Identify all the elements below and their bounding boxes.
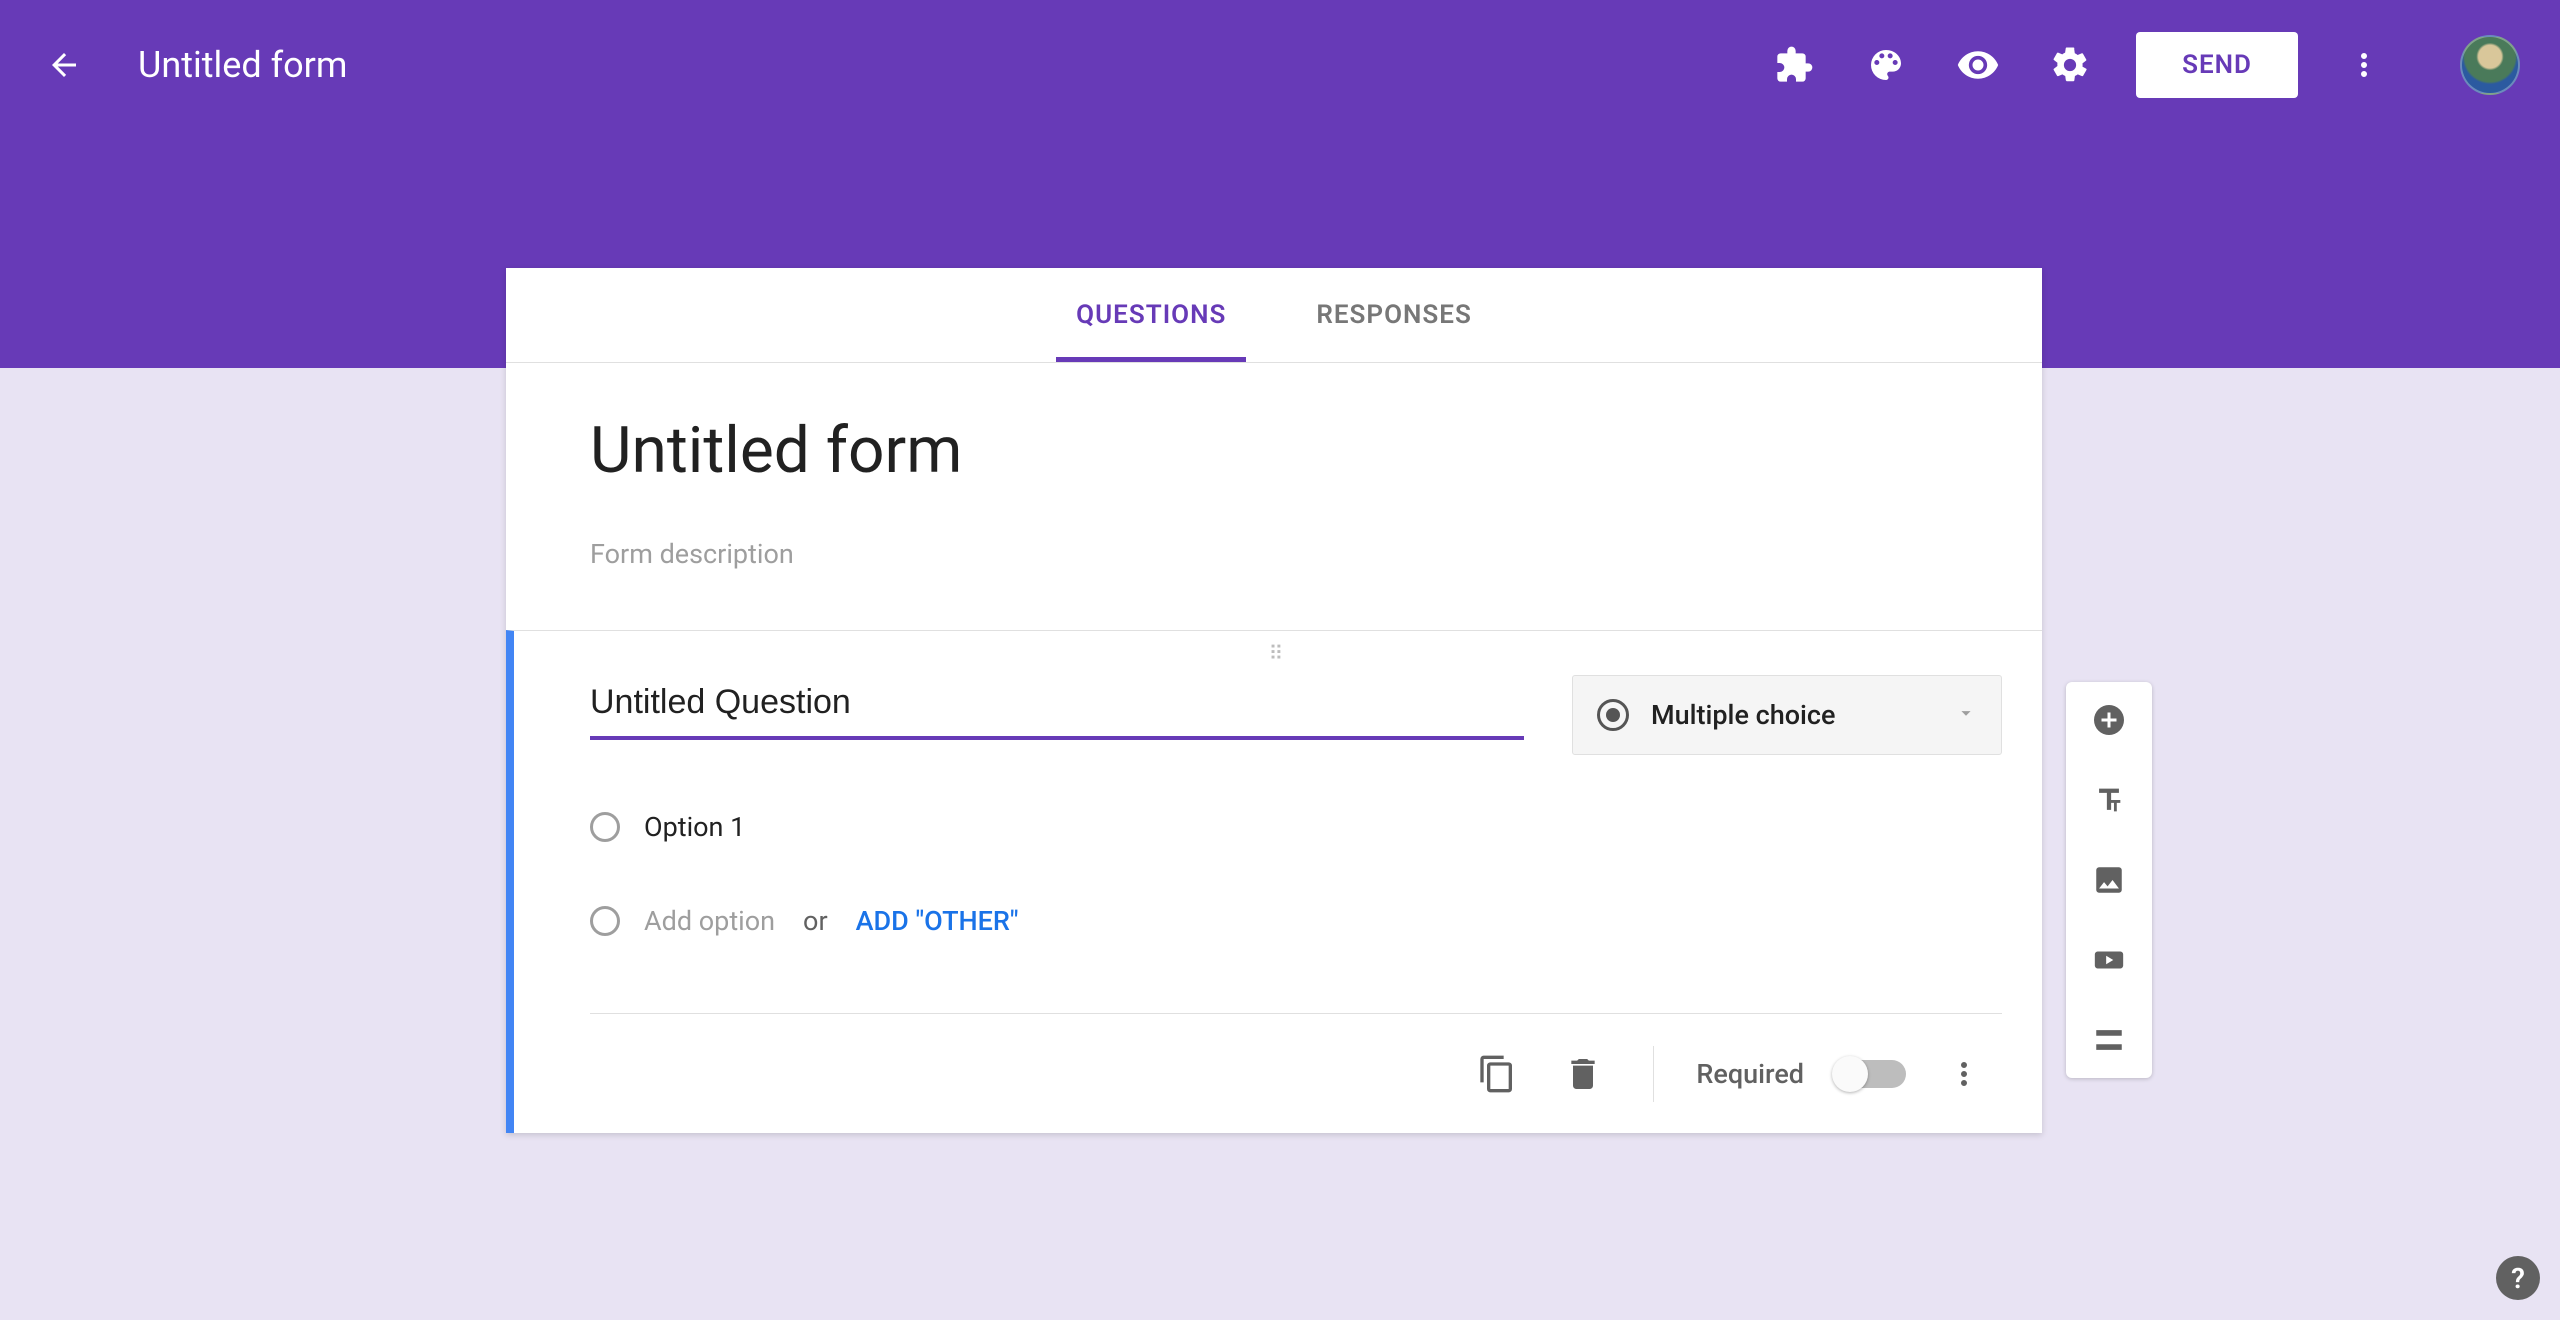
- delete-button[interactable]: [1555, 1046, 1611, 1102]
- app-header: Untitled form SEND: [0, 0, 2560, 130]
- preview-button[interactable]: [1942, 29, 2014, 101]
- settings-button[interactable]: [2034, 29, 2106, 101]
- eye-icon: [1956, 43, 2000, 87]
- required-toggle[interactable]: [1834, 1060, 1906, 1088]
- add-option-button[interactable]: Add option: [644, 905, 775, 937]
- trash-icon: [1563, 1054, 1603, 1094]
- arrow-left-icon: [46, 47, 82, 83]
- question-options: Option 1 Add option or ADD "OTHER": [590, 795, 2002, 953]
- addons-button[interactable]: [1758, 29, 1830, 101]
- form-description[interactable]: Form description: [590, 538, 1958, 570]
- add-title-button[interactable]: [2085, 776, 2133, 824]
- question-mark-icon: ?: [2511, 1262, 2525, 1295]
- help-button[interactable]: ?: [2496, 1256, 2540, 1300]
- more-vert-icon: [2346, 47, 2382, 83]
- or-text: or: [803, 905, 828, 937]
- image-icon: [2092, 863, 2126, 897]
- question-card: ⠿ Multiple choice Option 1 Add option: [506, 630, 2042, 1133]
- required-label: Required: [1696, 1058, 1804, 1090]
- option-radio-icon: [590, 906, 620, 936]
- plus-circle-icon: [2091, 702, 2127, 738]
- palette-icon: [1866, 45, 1906, 85]
- option-text[interactable]: Option 1: [644, 811, 745, 843]
- add-section-button[interactable]: [2085, 1016, 2133, 1064]
- text-icon: [2092, 783, 2126, 817]
- tab-responses[interactable]: RESPONSES: [1316, 268, 1471, 362]
- duplicate-button[interactable]: [1469, 1046, 1525, 1102]
- option-radio-icon: [590, 812, 620, 842]
- question-title-input[interactable]: [590, 675, 1524, 740]
- theme-button[interactable]: [1850, 29, 1922, 101]
- copy-icon: [1477, 1054, 1517, 1094]
- add-question-button[interactable]: [2085, 696, 2133, 744]
- question-type-label: Multiple choice: [1651, 699, 1933, 731]
- divider: [1653, 1046, 1654, 1102]
- radio-icon: [1597, 699, 1629, 731]
- gear-icon: [2049, 44, 2091, 86]
- more-menu-button[interactable]: [2328, 29, 2400, 101]
- back-button[interactable]: [40, 41, 88, 89]
- drag-handle-icon[interactable]: ⠿: [1269, 641, 1288, 665]
- add-video-button[interactable]: [2085, 936, 2133, 984]
- form-tabs: QUESTIONS RESPONSES: [506, 268, 2042, 363]
- video-icon: [2092, 943, 2126, 977]
- send-button[interactable]: SEND: [2136, 32, 2298, 98]
- form-card: QUESTIONS RESPONSES Untitled form Form d…: [506, 268, 2042, 1133]
- add-option-row: Add option or ADD "OTHER": [590, 889, 2002, 953]
- add-other-button[interactable]: ADD "OTHER": [856, 905, 1019, 937]
- add-image-button[interactable]: [2085, 856, 2133, 904]
- form-title[interactable]: Untitled form: [590, 413, 1958, 488]
- section-icon: [2092, 1023, 2126, 1057]
- puzzle-icon: [1774, 45, 1814, 85]
- tab-questions[interactable]: QUESTIONS: [1076, 268, 1226, 362]
- form-header-block: Untitled form Form description: [506, 363, 2042, 630]
- more-vert-icon: [1946, 1056, 1982, 1092]
- question-footer: Required: [590, 1013, 2002, 1133]
- account-avatar[interactable]: [2460, 35, 2520, 95]
- chevron-down-icon: [1955, 702, 1977, 728]
- floating-toolbar: [2066, 682, 2152, 1078]
- document-title[interactable]: Untitled form: [138, 44, 347, 86]
- question-more-button[interactable]: [1936, 1046, 1992, 1102]
- option-row: Option 1: [590, 795, 2002, 859]
- question-type-dropdown[interactable]: Multiple choice: [1572, 675, 2002, 755]
